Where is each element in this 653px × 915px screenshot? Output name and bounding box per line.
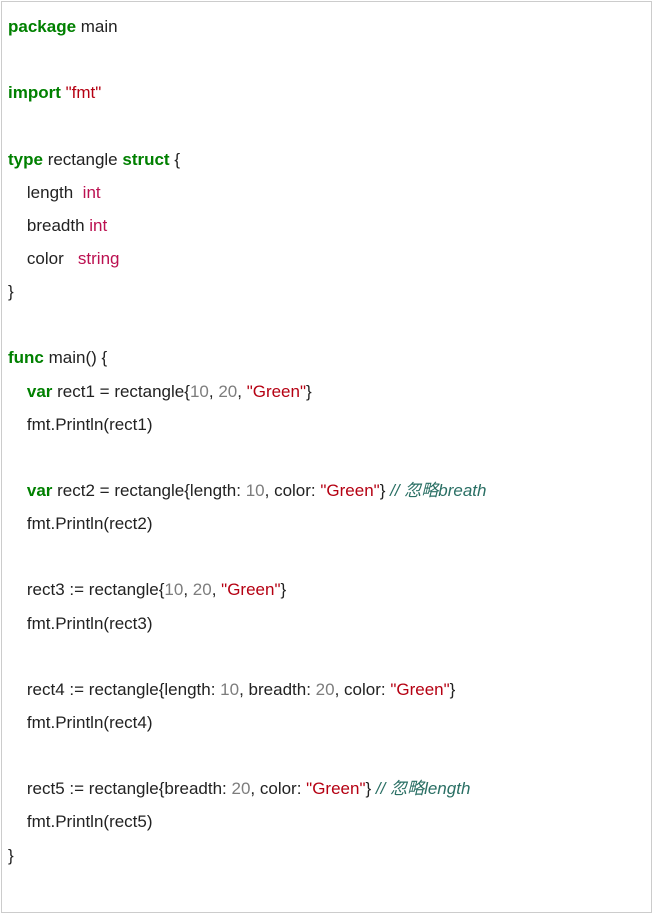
- number-literal: 20: [232, 779, 251, 798]
- code-text: , breadth:: [239, 680, 316, 699]
- code-text: , color:: [265, 481, 321, 500]
- string-literal: "Green": [390, 680, 449, 699]
- code-text: }: [306, 382, 312, 401]
- string-literal: "Green": [247, 382, 306, 401]
- code-text: rect5 := rectangle{breadth:: [8, 779, 232, 798]
- code-text: }: [366, 779, 376, 798]
- number-literal: 10: [190, 382, 209, 401]
- keyword-var: var: [8, 382, 52, 401]
- code-text: ,: [237, 382, 246, 401]
- package-name: main: [76, 17, 118, 36]
- keyword-struct: struct: [122, 150, 169, 169]
- string-literal: "Green": [320, 481, 379, 500]
- code-text: rect2 = rectangle{length:: [52, 481, 245, 500]
- number-literal: 10: [246, 481, 265, 500]
- code-text: rect4 := rectangle{length:: [8, 680, 220, 699]
- field-breadth: breadth: [8, 216, 89, 235]
- code-text: ,: [209, 382, 218, 401]
- code-text: }: [380, 481, 390, 500]
- code-text: }: [280, 580, 286, 599]
- string-literal: "Green": [306, 779, 365, 798]
- code-text: ,: [212, 580, 221, 599]
- keyword-type: type: [8, 150, 43, 169]
- code-text: }: [450, 680, 456, 699]
- keyword-var: var: [8, 481, 52, 500]
- code-line: fmt.Println(rect5): [8, 812, 153, 831]
- code-text: rect1 = rectangle{: [52, 382, 190, 401]
- type-string: string: [78, 249, 120, 268]
- number-literal: 20: [193, 580, 212, 599]
- code-text: rect3 := rectangle{: [8, 580, 164, 599]
- code-text: , color:: [335, 680, 391, 699]
- keyword-func: func: [8, 348, 44, 367]
- code-line: fmt.Println(rect2): [8, 514, 153, 533]
- func-main-sig: main() {: [44, 348, 107, 367]
- type-int: int: [89, 216, 107, 235]
- number-literal: 10: [164, 580, 183, 599]
- string-literal: "Green": [221, 580, 280, 599]
- keyword-package: package: [8, 17, 76, 36]
- code-line: fmt.Println(rect1): [8, 415, 153, 434]
- code-text: ,: [183, 580, 192, 599]
- import-path: "fmt": [61, 83, 101, 102]
- keyword-import: import: [8, 83, 61, 102]
- field-length: length: [8, 183, 83, 202]
- brace-open: {: [170, 150, 180, 169]
- code-line: fmt.Println(rect3): [8, 614, 153, 633]
- number-literal: 20: [218, 382, 237, 401]
- code-text: , color:: [250, 779, 306, 798]
- brace-close: }: [8, 846, 14, 865]
- number-literal: 10: [220, 680, 239, 699]
- code-block: package main import "fmt" type rectangle…: [1, 1, 652, 913]
- field-color: color: [8, 249, 78, 268]
- type-int: int: [83, 183, 101, 202]
- comment: // 忽略length: [376, 779, 471, 798]
- comment: // 忽略breath: [390, 481, 486, 500]
- code-line: fmt.Println(rect4): [8, 713, 153, 732]
- type-name: rectangle: [43, 150, 122, 169]
- number-literal: 20: [316, 680, 335, 699]
- brace-close: }: [8, 282, 14, 301]
